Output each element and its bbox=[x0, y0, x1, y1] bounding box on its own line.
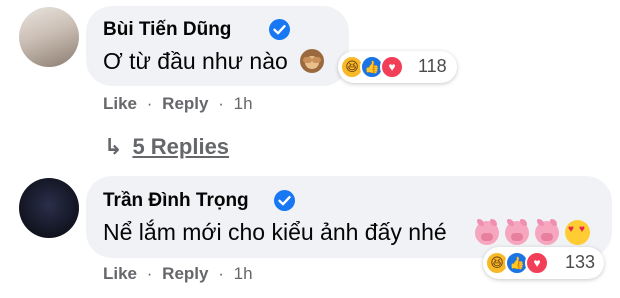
reactions-summary[interactable]: 😆 👍 ♥ 133 bbox=[483, 247, 604, 279]
verified-badge-icon bbox=[269, 19, 290, 40]
view-replies-link[interactable]: ↳ 5 Replies bbox=[104, 134, 229, 160]
reaction-count: 118 bbox=[418, 56, 447, 76]
comment-author[interactable]: Trần Đình Trọng bbox=[103, 190, 249, 212]
comment-text: Nể lắm mới cho kiểu ảnh đấy nhé bbox=[103, 219, 447, 245]
separator: · bbox=[146, 264, 153, 283]
comment-actions: Like · Reply · 1h bbox=[103, 94, 253, 114]
love-reaction-icon: ♥ bbox=[525, 251, 549, 275]
comment-time[interactable]: 1h bbox=[234, 94, 253, 114]
avatar[interactable] bbox=[19, 7, 79, 67]
reaction-count: 133 bbox=[565, 252, 596, 272]
verified-badge-icon bbox=[274, 190, 295, 211]
separator: · bbox=[218, 94, 224, 113]
smiling-face-with-hearts-icon: ♥ ♥ bbox=[565, 220, 590, 245]
pig-face-icon bbox=[475, 219, 499, 245]
separator: · bbox=[218, 264, 224, 283]
comment-author[interactable]: Bùi Tiến Dũng bbox=[103, 19, 231, 41]
pig-face-icon bbox=[535, 219, 559, 245]
avatar[interactable] bbox=[19, 178, 79, 238]
like-button[interactable]: Like bbox=[103, 94, 137, 113]
reactions-summary[interactable]: 😆 👍 ♥ 118 bbox=[338, 51, 457, 83]
like-button[interactable]: Like bbox=[103, 264, 137, 283]
reply-arrow-icon: ↳ bbox=[104, 134, 123, 159]
replies-label[interactable]: 5 Replies bbox=[132, 134, 229, 159]
comment-time[interactable]: 1h bbox=[234, 264, 253, 284]
comment-actions: Like · Reply · 1h bbox=[103, 264, 253, 284]
pig-face-icon bbox=[505, 219, 529, 245]
see-no-evil-monkey-icon bbox=[300, 49, 324, 73]
separator: · bbox=[146, 94, 153, 113]
comment-text: Ơ từ đầu như nào bbox=[103, 48, 288, 74]
love-reaction-icon: ♥ bbox=[380, 55, 404, 79]
reply-button[interactable]: Reply bbox=[162, 264, 208, 283]
reply-button[interactable]: Reply bbox=[162, 94, 208, 113]
